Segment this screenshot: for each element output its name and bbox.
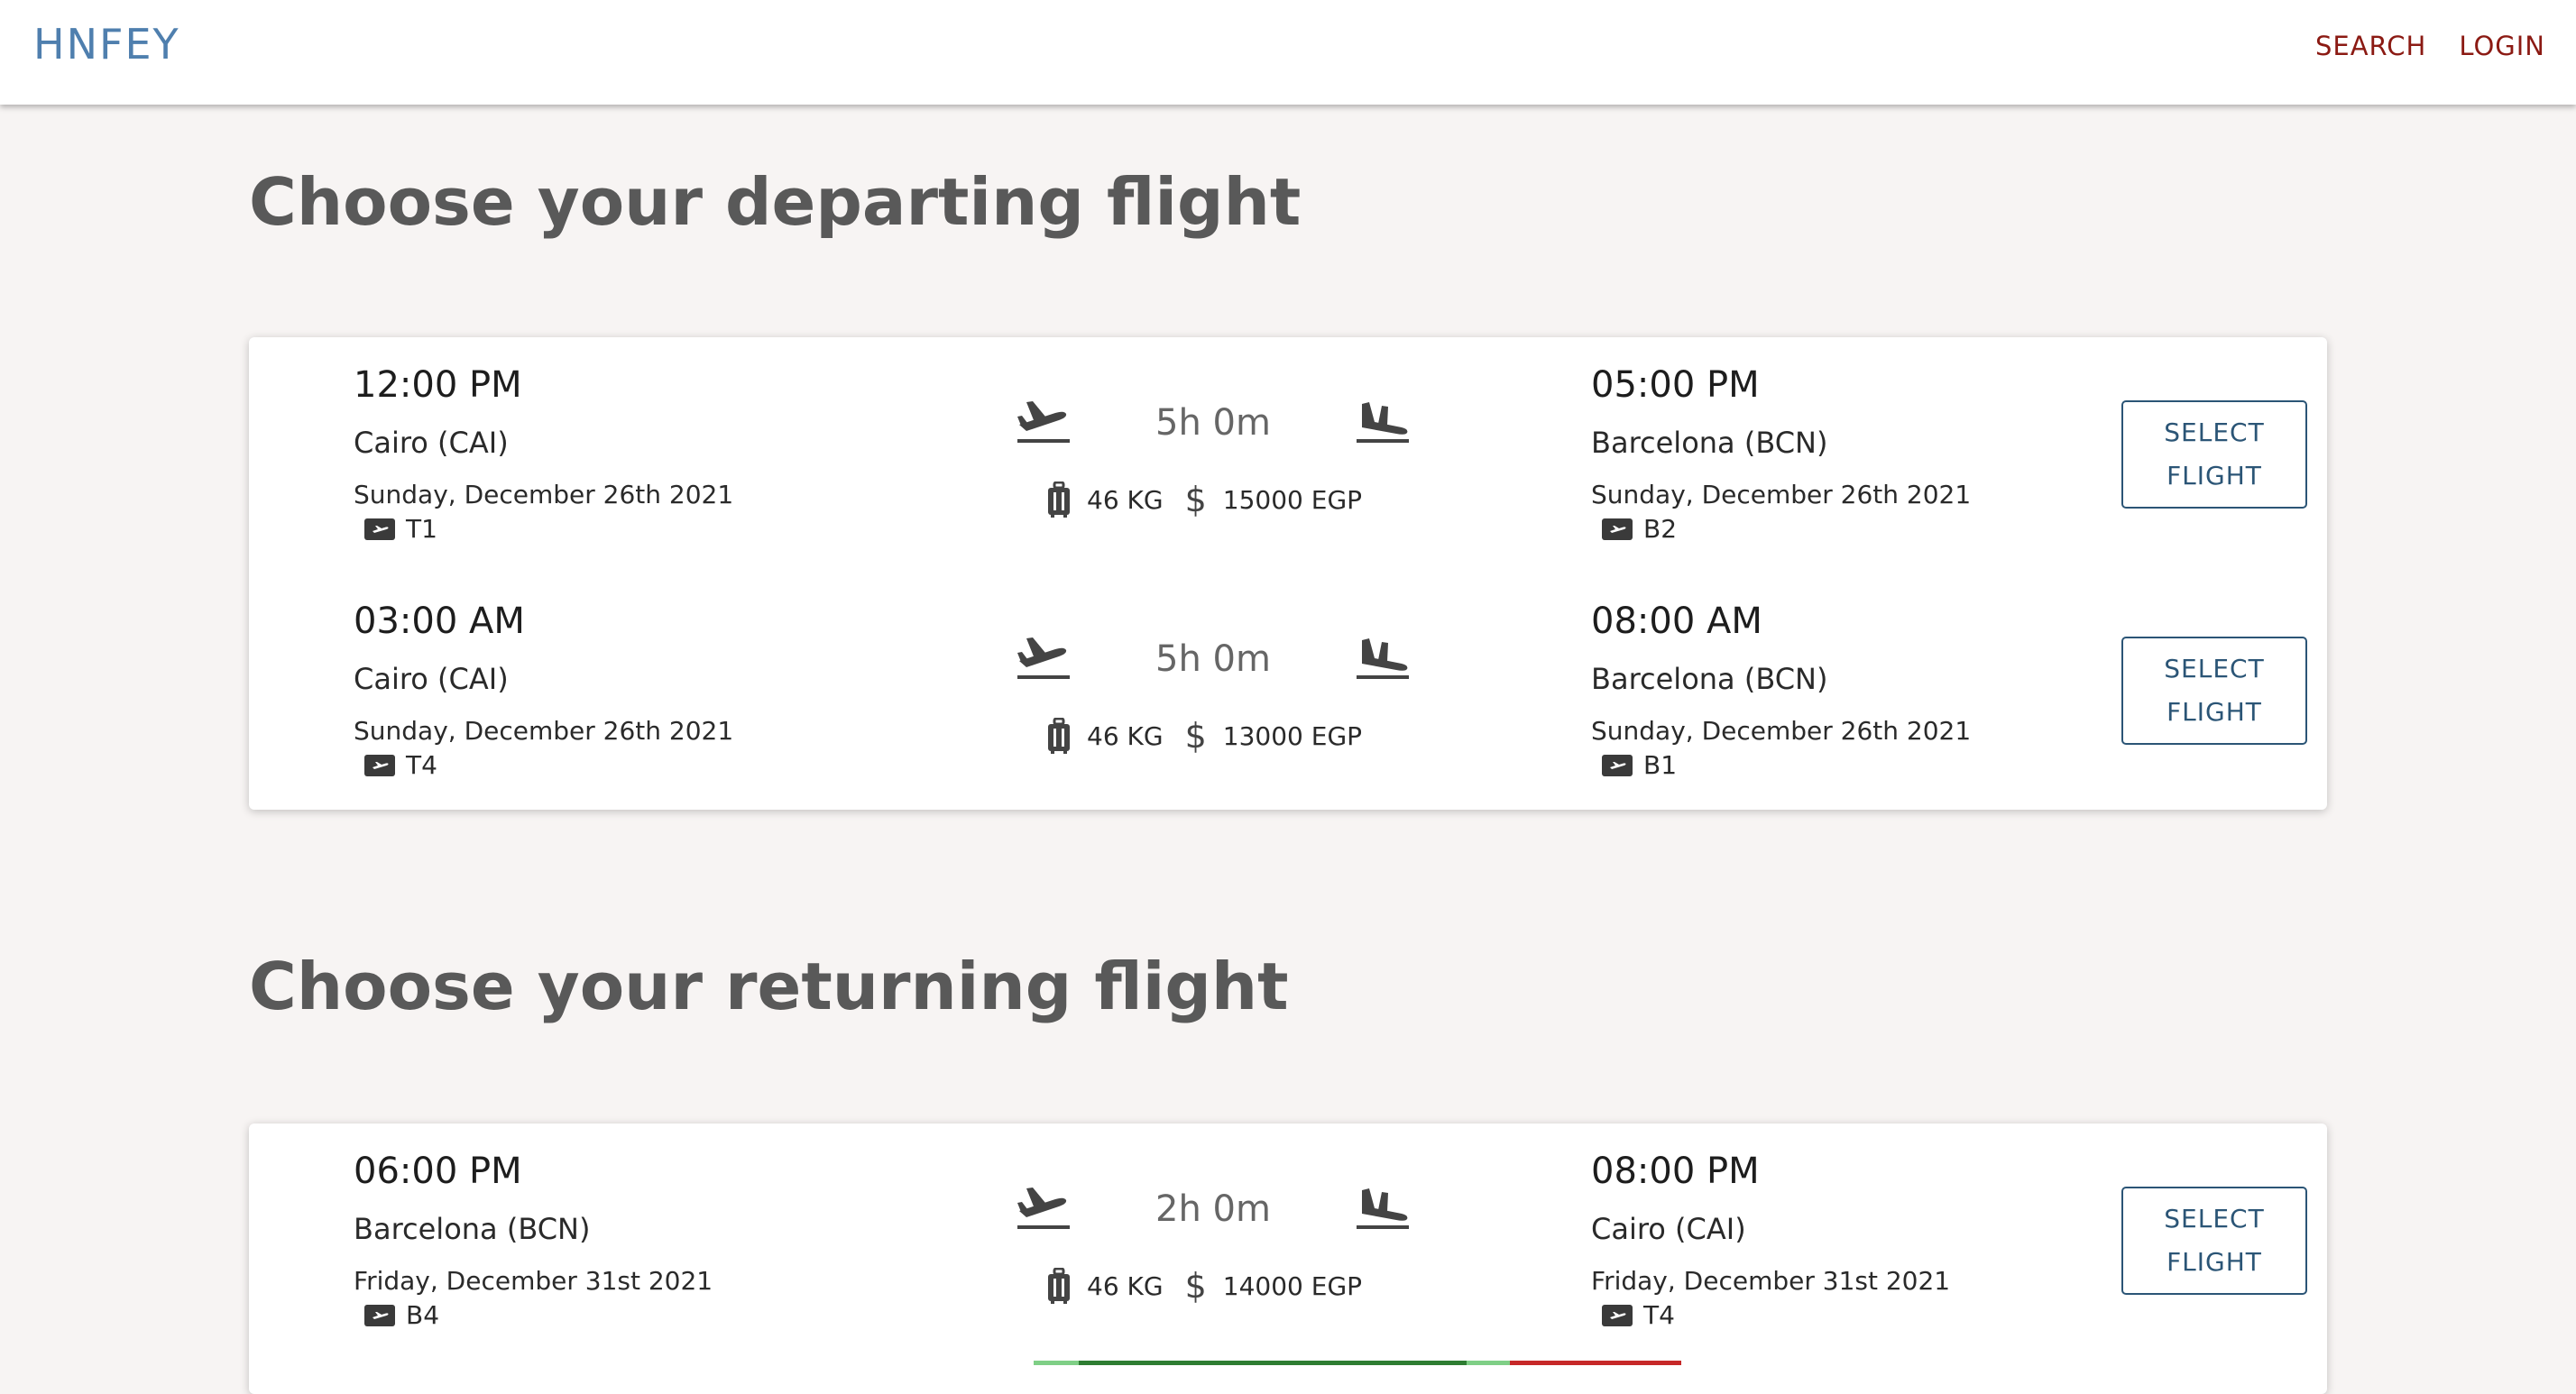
flight-row: 03:00 AM Cairo (CAI) Sunday, December 26… bbox=[249, 573, 2327, 810]
boarding-pass-icon bbox=[364, 1304, 395, 1326]
flight-summary: 5h 0m 46 KG $ 15000 EGP bbox=[1016, 337, 1467, 573]
select-flight-button[interactable]: SELECT FLIGHT bbox=[2121, 1187, 2307, 1295]
arrival-date: Sunday, December 26th 2021 bbox=[1591, 716, 1972, 746]
luggage-icon bbox=[1048, 481, 1070, 518]
nav-links: SEARCH LOGIN bbox=[2315, 31, 2545, 61]
arrival-time: 08:00 PM bbox=[1591, 1151, 1760, 1192]
boarding-pass-icon bbox=[1602, 1304, 1633, 1326]
baggage-allowance: 46 KG bbox=[1087, 720, 1164, 751]
boarding-pass-icon bbox=[1602, 518, 1633, 540]
airplane-takeoff-icon bbox=[1017, 1188, 1070, 1229]
boarding-pass-icon bbox=[364, 754, 395, 776]
departure-city: Barcelona (BCN) bbox=[354, 1212, 591, 1246]
flight-row: 06:00 PM Barcelona (BCN) Friday, Decembe… bbox=[249, 1123, 2327, 1360]
flight-meta: 46 KG $ 15000 EGP bbox=[1047, 480, 1362, 519]
select-flight-button[interactable]: SELECT FLIGHT bbox=[2121, 637, 2307, 745]
departure-date: Sunday, December 26th 2021 bbox=[354, 480, 734, 509]
flight-summary: 5h 0m 46 KG $ 13000 EGP bbox=[1016, 573, 1467, 810]
luggage-icon bbox=[1048, 1268, 1070, 1304]
arrival-city: Cairo (CAI) bbox=[1591, 1212, 1746, 1246]
dollar-icon: $ bbox=[1184, 1266, 1207, 1306]
departure-terminal: T4 bbox=[364, 750, 437, 780]
flight-duration: 5h 0m bbox=[1155, 402, 1271, 444]
departure-city: Cairo (CAI) bbox=[354, 662, 509, 696]
arrival-time: 05:00 PM bbox=[1591, 364, 1760, 406]
arrival-terminal: B1 bbox=[1602, 750, 1677, 780]
nav-search-link[interactable]: SEARCH bbox=[2315, 31, 2426, 61]
airplane-landing-icon bbox=[1357, 1188, 1409, 1229]
terminal-label: T4 bbox=[406, 750, 437, 780]
departure-date: Friday, December 31st 2021 bbox=[354, 1266, 713, 1296]
departure-time: 12:00 PM bbox=[354, 364, 522, 406]
airplane-takeoff-icon bbox=[1017, 637, 1070, 679]
airplane-takeoff-icon bbox=[1017, 401, 1070, 443]
terminal-label: B1 bbox=[1643, 750, 1678, 780]
flight-summary: 2h 0m 46 KG $ 14000 EGP bbox=[1016, 1123, 1467, 1360]
flight-duration: 2h 0m bbox=[1155, 1188, 1271, 1230]
departing-flights-card: 12:00 PM Cairo (CAI) Sunday, December 26… bbox=[249, 337, 2327, 810]
departure-terminal: B4 bbox=[364, 1300, 439, 1330]
airplane-landing-icon bbox=[1357, 402, 1409, 443]
flight-meta: 46 KG $ 13000 EGP bbox=[1047, 716, 1362, 756]
arrival-terminal: T4 bbox=[1602, 1300, 1675, 1330]
arrival-city: Barcelona (BCN) bbox=[1591, 662, 1828, 696]
flight-price: 14000 EGP bbox=[1222, 1270, 1363, 1301]
baggage-allowance: 46 KG bbox=[1087, 484, 1164, 515]
flight-price: 13000 EGP bbox=[1222, 720, 1363, 751]
dollar-icon: $ bbox=[1184, 716, 1207, 756]
airplane-landing-icon bbox=[1357, 638, 1409, 679]
boarding-pass-icon bbox=[364, 518, 395, 540]
departure-terminal: T1 bbox=[364, 514, 437, 544]
top-navbar: HNFEY SEARCH LOGIN bbox=[0, 0, 2576, 105]
flight-meta: 46 KG $ 14000 EGP bbox=[1047, 1266, 1362, 1306]
arrival-terminal: B2 bbox=[1602, 514, 1677, 544]
bottom-status-bar bbox=[1034, 1361, 1681, 1365]
terminal-label: B2 bbox=[1643, 514, 1678, 544]
terminal-label: B4 bbox=[406, 1300, 440, 1330]
flight-price: 15000 EGP bbox=[1222, 484, 1363, 515]
luggage-icon bbox=[1048, 718, 1070, 754]
flight-duration: 5h 0m bbox=[1155, 638, 1271, 680]
arrival-date: Sunday, December 26th 2021 bbox=[1591, 480, 1972, 509]
select-flight-button[interactable]: SELECT FLIGHT bbox=[2121, 400, 2307, 509]
departure-time: 03:00 AM bbox=[354, 601, 525, 642]
nav-login-link[interactable]: LOGIN bbox=[2459, 31, 2545, 61]
terminal-label: T4 bbox=[1643, 1300, 1675, 1330]
returning-flights-card: 06:00 PM Barcelona (BCN) Friday, Decembe… bbox=[249, 1123, 2327, 1394]
departure-city: Cairo (CAI) bbox=[354, 426, 509, 460]
returning-section-title: Choose your returning flight bbox=[249, 949, 1289, 1024]
arrival-date: Friday, December 31st 2021 bbox=[1591, 1266, 1951, 1296]
departure-time: 06:00 PM bbox=[354, 1151, 522, 1192]
arrival-city: Barcelona (BCN) bbox=[1591, 426, 1828, 460]
departure-date: Sunday, December 26th 2021 bbox=[354, 716, 734, 746]
departing-section-title: Choose your departing flight bbox=[249, 164, 1302, 240]
baggage-allowance: 46 KG bbox=[1087, 1270, 1164, 1301]
arrival-time: 08:00 AM bbox=[1591, 601, 1762, 642]
flight-row: 12:00 PM Cairo (CAI) Sunday, December 26… bbox=[249, 337, 2327, 573]
boarding-pass-icon bbox=[1602, 754, 1633, 776]
terminal-label: T1 bbox=[406, 514, 437, 544]
brand-logo[interactable]: HNFEY bbox=[33, 20, 180, 69]
dollar-icon: $ bbox=[1184, 480, 1207, 519]
